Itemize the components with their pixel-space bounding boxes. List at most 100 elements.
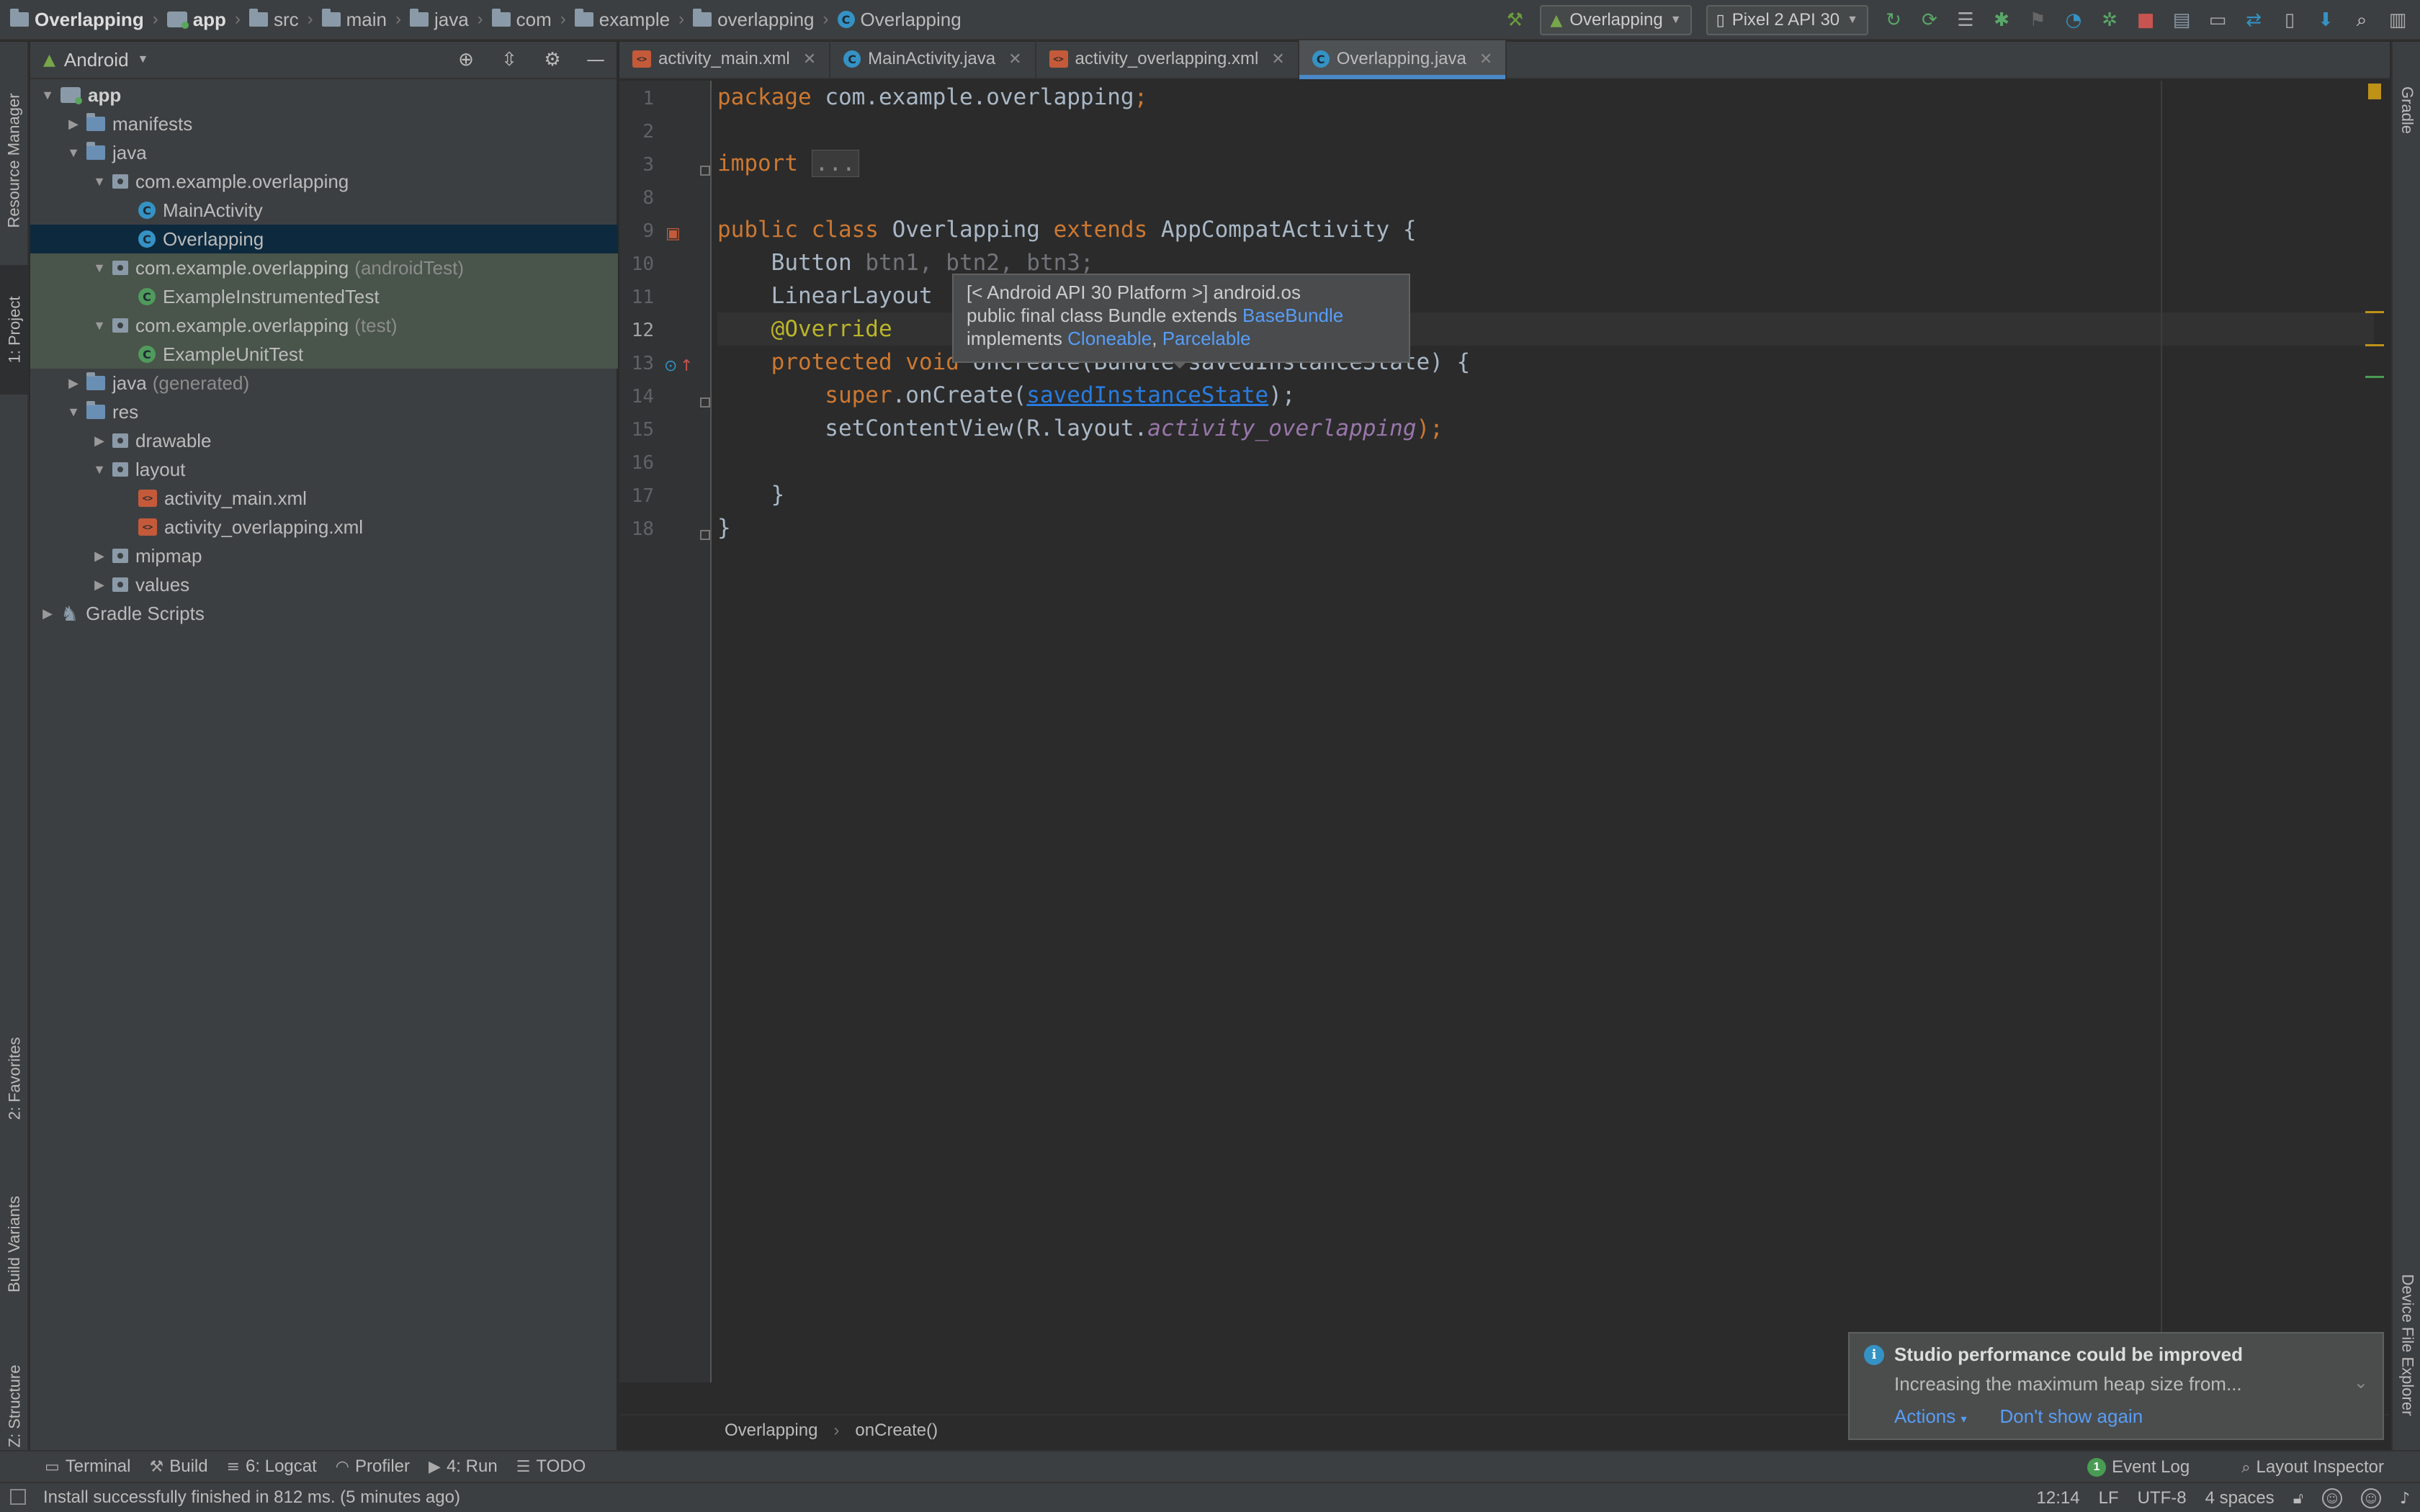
tab-device-file-explorer[interactable]: Device File Explorer [2393,1237,2420,1453]
tool-terminal[interactable]: ▭ Terminal [45,1457,131,1477]
breadcrumb-item[interactable]: app [166,9,226,31]
override-method-icon[interactable]: ⊙ [664,357,677,375]
collapsed-arrow-icon[interactable]: ▶ [86,549,112,564]
feedback-smiley-icon[interactable]: ☺ [2360,1488,2381,1508]
expand-chevron-icon[interactable]: ⌄ [2354,1372,2368,1393]
collapsed-arrow-icon[interactable]: ▶ [86,577,112,593]
fold-marker-icon[interactable] [700,166,710,176]
tree-item-package-androidtest[interactable]: ▼ com.example.overlapping (androidTest) [30,253,618,282]
collapsed-arrow-icon[interactable]: ▶ [60,376,86,391]
line-separator[interactable]: LF [2099,1488,2119,1508]
debug-bug-icon[interactable]: ✱ [1991,9,2012,31]
sdk-manager-icon[interactable]: ⬇ [2315,9,2336,31]
warning-indicator-icon[interactable] [2368,84,2381,99]
breadcrumb-item[interactable]: overlapping [693,9,815,31]
warning-marker[interactable] [2365,311,2384,313]
profile-icon[interactable]: ◔ [2063,9,2084,31]
tree-item-layout[interactable]: ▼ layout [30,455,618,484]
lock-icon[interactable]: 🔓︎ [2293,1490,2303,1508]
breadcrumb-project[interactable]: Overlapping [10,9,144,31]
coverage-icon[interactable]: ⚑ [2027,9,2048,31]
breadcrumb-item[interactable]: src [248,9,299,31]
folded-imports[interactable]: ... [811,150,859,177]
expanded-arrow-icon[interactable]: ▼ [86,174,112,189]
expanded-arrow-icon[interactable]: ▼ [60,405,86,420]
run-list-icon[interactable]: ☰ [1955,9,1976,31]
breadcrumb-item[interactable]: example [574,9,670,31]
tool-todo[interactable]: ☰ TODO [516,1457,586,1477]
locate-target-icon[interactable]: ⊕ [455,49,477,71]
tree-item-mipmap[interactable]: ▶ mipmap [30,541,618,570]
status-message[interactable]: Install successfully finished in 812 ms.… [43,1488,460,1508]
device-manager-icon[interactable]: ▯ [2279,9,2300,31]
tree-item-manifests[interactable]: ▶ manifests [30,109,618,138]
chevron-down-icon[interactable]: ▼ [138,53,149,66]
tab-favorites[interactable]: 2: Favorites [0,1007,29,1151]
tool-run[interactable]: ▶ 4: Run [429,1457,498,1477]
editor-breadcrumb-class[interactable]: Overlapping [725,1421,817,1441]
tree-item-java[interactable]: ▼ java [30,138,618,167]
collapsed-arrow-icon[interactable]: ▶ [35,606,60,621]
attach-debugger-icon[interactable]: ✲ [2099,9,2120,31]
tab-project[interactable]: 1: Project [0,265,29,395]
tool-build[interactable]: ⚒ Build [150,1457,208,1477]
breadcrumb-file[interactable]: C Overlapping [837,9,962,31]
tab-activity-overlapping-xml[interactable]: <> activity_overlapping.xml ✕ [1036,40,1299,78]
popup-link[interactable]: BaseBundle [1242,305,1343,326]
layout-xml-gutter-icon[interactable]: ▣ [666,225,681,243]
hover-link[interactable]: savedInstanceState [1026,382,1268,408]
popup-link[interactable]: Parcelable [1162,328,1251,349]
breadcrumb-item[interactable]: java [409,9,469,31]
tree-item-mainactivity[interactable]: C MainActivity [30,196,618,225]
tree-item-gradle-scripts[interactable]: ▶ ♞ Gradle Scripts [30,599,618,628]
apply-code-changes-icon[interactable]: ⟳ [1919,9,1940,31]
tree-item-package-test[interactable]: ▼ com.example.overlapping (test) [30,311,618,340]
gear-icon[interactable]: ⚙ [542,49,563,71]
tool-logcat[interactable]: ≡ 6: Logcat [227,1457,317,1477]
expanded-arrow-icon[interactable]: ▼ [86,318,112,333]
search-icon[interactable]: ⌕ [2351,9,2372,31]
popup-link[interactable]: Cloneable [1067,328,1152,349]
tab-overlapping-java[interactable]: C Overlapping.java ✕ [1299,40,1507,79]
project-structure-icon[interactable]: ▤ [2171,9,2192,31]
tree-item-java-generated[interactable]: ▶ java (generated) [30,369,618,397]
collapsed-arrow-icon[interactable]: ▶ [86,433,112,449]
avd-manager-icon[interactable]: ▭ [2207,9,2228,31]
tool-event-log[interactable]: 1 Event Log [2087,1457,2190,1477]
fold-marker-icon[interactable] [700,397,710,408]
editor-breadcrumb-method[interactable]: onCreate() [855,1421,938,1441]
change-marker[interactable] [2365,376,2384,378]
more-icon[interactable]: ▥ [2387,9,2408,31]
tree-item-res[interactable]: ▼ res [30,397,618,426]
tab-gradle[interactable]: Gradle [2393,56,2420,164]
tree-item-exampleunittest[interactable]: C ExampleUnitTest [30,340,618,369]
apply-changes-restart-icon[interactable]: ↻ [1883,9,1904,31]
minimize-icon[interactable]: — [585,49,606,71]
tool-profiler[interactable]: ◠ Profiler [336,1457,410,1477]
tree-item-app[interactable]: ▼ app [30,81,618,109]
breadcrumb-item[interactable]: com [491,9,552,31]
expanded-arrow-icon[interactable]: ▼ [35,88,60,103]
fold-marker-icon[interactable] [700,530,710,540]
actions-dropdown[interactable]: Actions ▾ [1894,1405,1967,1428]
tree-item-package[interactable]: ▼ com.example.overlapping [30,167,618,196]
tree-item-exampleinstrumentedtest[interactable]: C ExampleInstrumentedTest [30,282,618,311]
close-icon[interactable]: ✕ [1271,50,1284,68]
project-view-select[interactable]: Android [64,49,129,71]
up-arrow-icon[interactable]: ↑ [680,357,693,375]
stop-icon[interactable]: ■ [2135,9,2156,31]
indent-setting[interactable]: 4 spaces [2205,1488,2275,1508]
file-encoding[interactable]: UTF-8 [2138,1488,2187,1508]
tab-resource-manager[interactable]: Resource Manager [0,56,29,265]
expanded-arrow-icon[interactable]: ▼ [60,145,86,161]
tree-item-overlapping[interactable]: C Overlapping [30,225,618,253]
device-select[interactable]: ▯ Pixel 2 API 30 ▼ [1706,5,1868,35]
caret-position[interactable]: 12:14 [2037,1488,2080,1508]
tool-layout-inspector[interactable]: ⌕ Layout Inspector [2241,1457,2384,1477]
expanded-arrow-icon[interactable]: ▼ [86,462,112,477]
tab-activity-main-xml[interactable]: <> activity_main.xml ✕ [619,40,831,78]
hector-inspection-icon[interactable]: ☺ [2321,1488,2342,1508]
warning-marker[interactable] [2365,344,2384,346]
tree-item-drawable[interactable]: ▶ drawable [30,426,618,455]
close-icon[interactable]: ✕ [1479,50,1492,68]
